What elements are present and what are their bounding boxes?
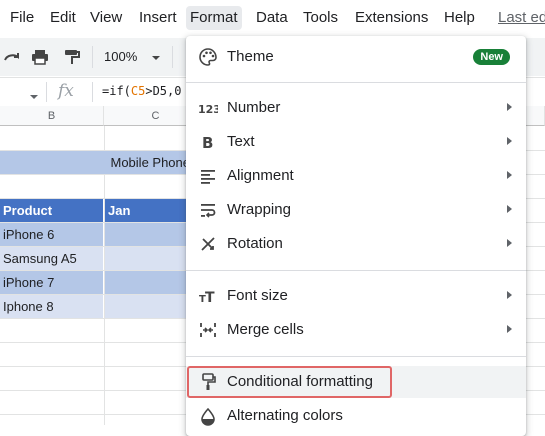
menu-item-label: Text [227,133,255,150]
menu-data[interactable]: Data [252,6,292,30]
toolbar-divider [172,46,173,68]
menu-help[interactable]: Help [440,6,479,30]
bold-icon: B [198,132,218,152]
menu-format[interactable]: Format [186,6,242,30]
formula-input[interactable]: =if(C5>D5,0 [102,84,181,98]
menu-item-font-size[interactable]: TT Font size [186,280,526,312]
column-header-b[interactable]: B [0,106,104,126]
fx-icon: fx [58,81,74,101]
print-icon[interactable] [30,47,50,67]
menu-item-alignment[interactable]: Alignment [186,160,526,192]
menu-divider [186,356,526,357]
product-cell[interactable]: iPhone 6 [0,223,103,246]
submenu-arrow-icon [507,291,512,299]
submenu-arrow-icon [507,137,512,145]
menu-item-label: Number [227,99,281,116]
svg-text:123: 123 [198,103,218,116]
new-badge: New [473,49,510,65]
wrap-text-icon [198,200,218,220]
submenu-arrow-icon [507,239,512,247]
menu-item-label: Merge cells [227,321,304,338]
formula-prefix: =if( [102,84,131,98]
number-123-icon: 123 [198,98,221,118]
product-cell[interactable]: Samsung A5 [0,247,103,270]
palette-icon [198,47,218,67]
title-cell[interactable]: Mobile Phone [0,151,208,174]
zoom-select[interactable]: 100% [104,47,137,67]
product-cell[interactable]: Iphone 8 [0,295,103,318]
header-product-cell[interactable]: Product [0,199,103,222]
submenu-arrow-icon [507,205,512,213]
menu-item-merge-cells[interactable]: Merge cells [186,314,526,346]
menu-item-wrapping[interactable]: Wrapping [186,194,526,226]
submenu-arrow-icon [507,325,512,333]
font-size-icon: TT [198,286,218,306]
menu-item-label: Conditional formatting [227,373,373,390]
format-menu: Theme New 123 Number B Text Alignment Wr… [186,36,526,436]
text-rotation-icon [198,234,218,254]
menu-item-alternating-colors[interactable]: Alternating colors [186,400,526,432]
menu-item-conditional-formatting[interactable]: Conditional formatting [186,366,526,398]
menu-file[interactable]: File [6,6,38,30]
menu-item-label: Font size [227,287,288,304]
menu-item-label: Wrapping [227,201,291,218]
formula-suffix: >D5,0 [145,84,182,98]
chevron-down-icon[interactable] [151,50,161,68]
menu-item-theme[interactable]: Theme New [186,41,526,73]
paint-format-icon[interactable] [62,47,82,67]
formula-divider [46,82,47,102]
menu-bar: File Edit View Insert Format Data Tools … [0,0,545,36]
toolbar-divider [92,46,93,68]
submenu-arrow-icon [507,103,512,111]
product-cell[interactable]: iPhone 7 [0,271,103,294]
menu-item-label: Theme [227,48,274,65]
menu-divider [186,82,526,83]
align-left-icon [198,166,218,186]
submenu-arrow-icon [507,171,512,179]
svg-text:T: T [205,290,215,306]
menu-item-label: Alignment [227,167,294,184]
redo-icon[interactable] [2,47,22,67]
paint-roller-icon [198,372,218,392]
formula-divider [92,82,93,102]
menu-item-rotation[interactable]: Rotation [186,228,526,260]
svg-text:B: B [202,134,213,152]
menu-insert[interactable]: Insert [135,6,181,30]
menu-view[interactable]: View [86,6,126,30]
formula-ref: C5 [130,84,146,98]
menu-item-label: Alternating colors [227,407,343,424]
fill-drop-icon [198,406,218,426]
menu-item-text[interactable]: B Text [186,126,526,158]
menu-tools[interactable]: Tools [299,6,342,30]
merge-cells-icon [198,320,218,340]
menu-extensions[interactable]: Extensions [351,6,432,30]
menu-item-label: Rotation [227,235,283,252]
last-edit-link[interactable]: Last ed [494,6,545,30]
name-box-dropdown-icon[interactable] [30,88,38,106]
menu-edit[interactable]: Edit [46,6,80,30]
menu-divider [186,270,526,271]
menu-item-number[interactable]: 123 Number [186,92,526,124]
